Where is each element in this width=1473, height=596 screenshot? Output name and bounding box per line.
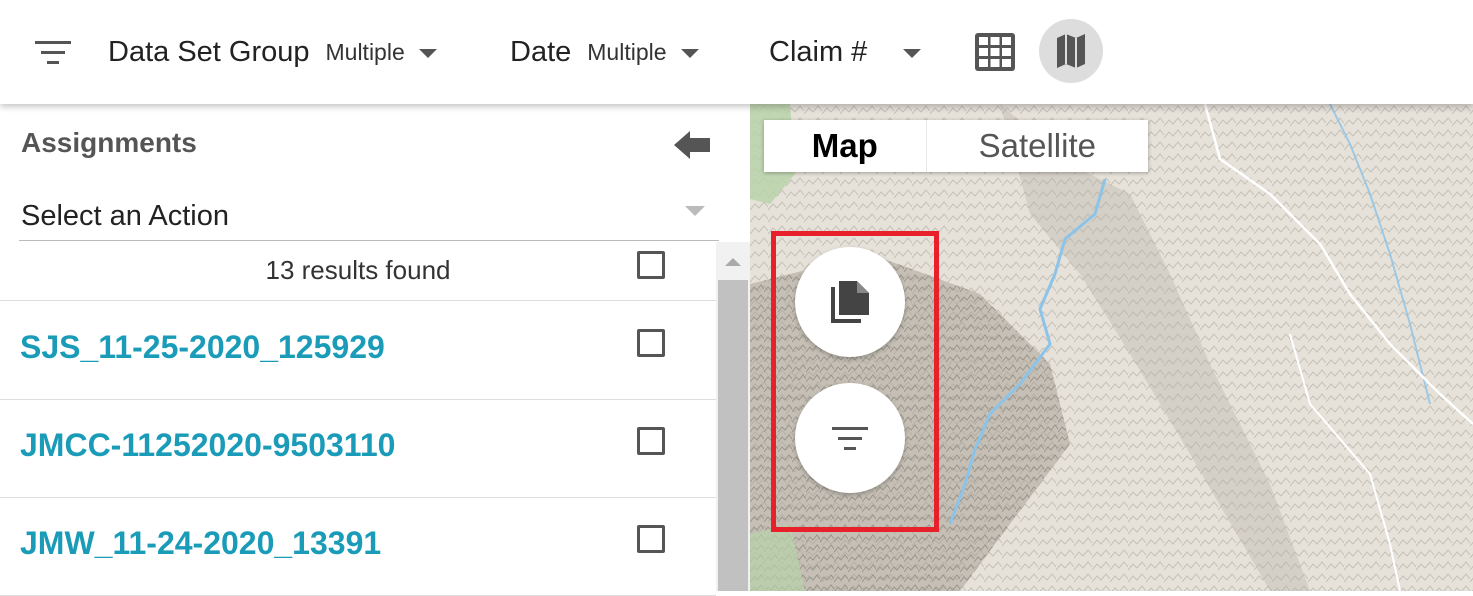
filter-menu-button[interactable] bbox=[33, 0, 73, 104]
filter-list-icon bbox=[832, 427, 868, 450]
list-item[interactable]: JMCC-11252020-9503110 bbox=[0, 399, 716, 498]
grid-view-icon bbox=[975, 33, 1015, 71]
map-type-toggle: Map Satellite bbox=[764, 120, 1148, 172]
map-type-satellite[interactable]: Satellite bbox=[927, 120, 1148, 172]
scrollbar-thumb[interactable] bbox=[718, 280, 748, 591]
scrollbar[interactable] bbox=[716, 242, 750, 591]
chevron-down-icon bbox=[418, 48, 437, 58]
scroll-up-icon[interactable] bbox=[725, 258, 741, 266]
assignment-link[interactable]: SJS_11-25-2020_125929 bbox=[20, 329, 385, 366]
filter-date[interactable]: Date Multiple bbox=[510, 0, 699, 104]
results-count: 13 results found bbox=[265, 255, 451, 285]
map-view-icon bbox=[1057, 34, 1085, 68]
filter-label: Date bbox=[510, 35, 572, 68]
collapse-panel-button[interactable] bbox=[674, 130, 710, 165]
list-item[interactable]: SJS_11-25-2020_125929 bbox=[0, 301, 716, 400]
filter-button[interactable] bbox=[795, 383, 905, 493]
assignment-link[interactable]: JMCC-11252020-9503110 bbox=[20, 427, 395, 464]
assignment-link[interactable]: JMW_11-24-2020_13391 bbox=[20, 525, 381, 562]
chevron-down-icon bbox=[685, 206, 705, 216]
arrow-left-icon bbox=[674, 131, 710, 159]
filter-value: Multiple bbox=[587, 38, 667, 65]
top-toolbar: Data Set Group Multiple Date Multiple Cl… bbox=[0, 0, 1473, 104]
chevron-down-icon bbox=[680, 48, 699, 58]
grid-view-button[interactable] bbox=[974, 0, 1016, 104]
results-header: 13 results found bbox=[0, 242, 716, 301]
filter-claim-number[interactable]: Claim # bbox=[769, 0, 922, 104]
row-checkbox[interactable] bbox=[637, 329, 665, 357]
filter-value: Multiple bbox=[325, 38, 405, 65]
panel-title: Assignments bbox=[21, 127, 197, 158]
row-checkbox[interactable] bbox=[637, 427, 665, 455]
row-checkbox[interactable] bbox=[637, 525, 665, 553]
select-all-checkbox[interactable] bbox=[637, 251, 665, 279]
map-type-map[interactable]: Map bbox=[764, 120, 927, 172]
filter-list-icon bbox=[35, 41, 71, 64]
filter-label: Data Set Group bbox=[108, 35, 310, 68]
map-view-button[interactable] bbox=[1039, 19, 1103, 83]
filter-data-set-group[interactable]: Data Set Group Multiple bbox=[108, 0, 437, 104]
action-select-value: Select an Action bbox=[21, 200, 229, 232]
copy-documents-icon bbox=[831, 281, 869, 323]
action-select[interactable]: Select an Action bbox=[19, 190, 719, 241]
chevron-down-icon bbox=[903, 48, 922, 58]
copy-documents-button[interactable] bbox=[795, 247, 905, 357]
filter-label: Claim # bbox=[769, 35, 868, 68]
list-item[interactable]: JMW_11-24-2020_13391 bbox=[0, 497, 716, 596]
